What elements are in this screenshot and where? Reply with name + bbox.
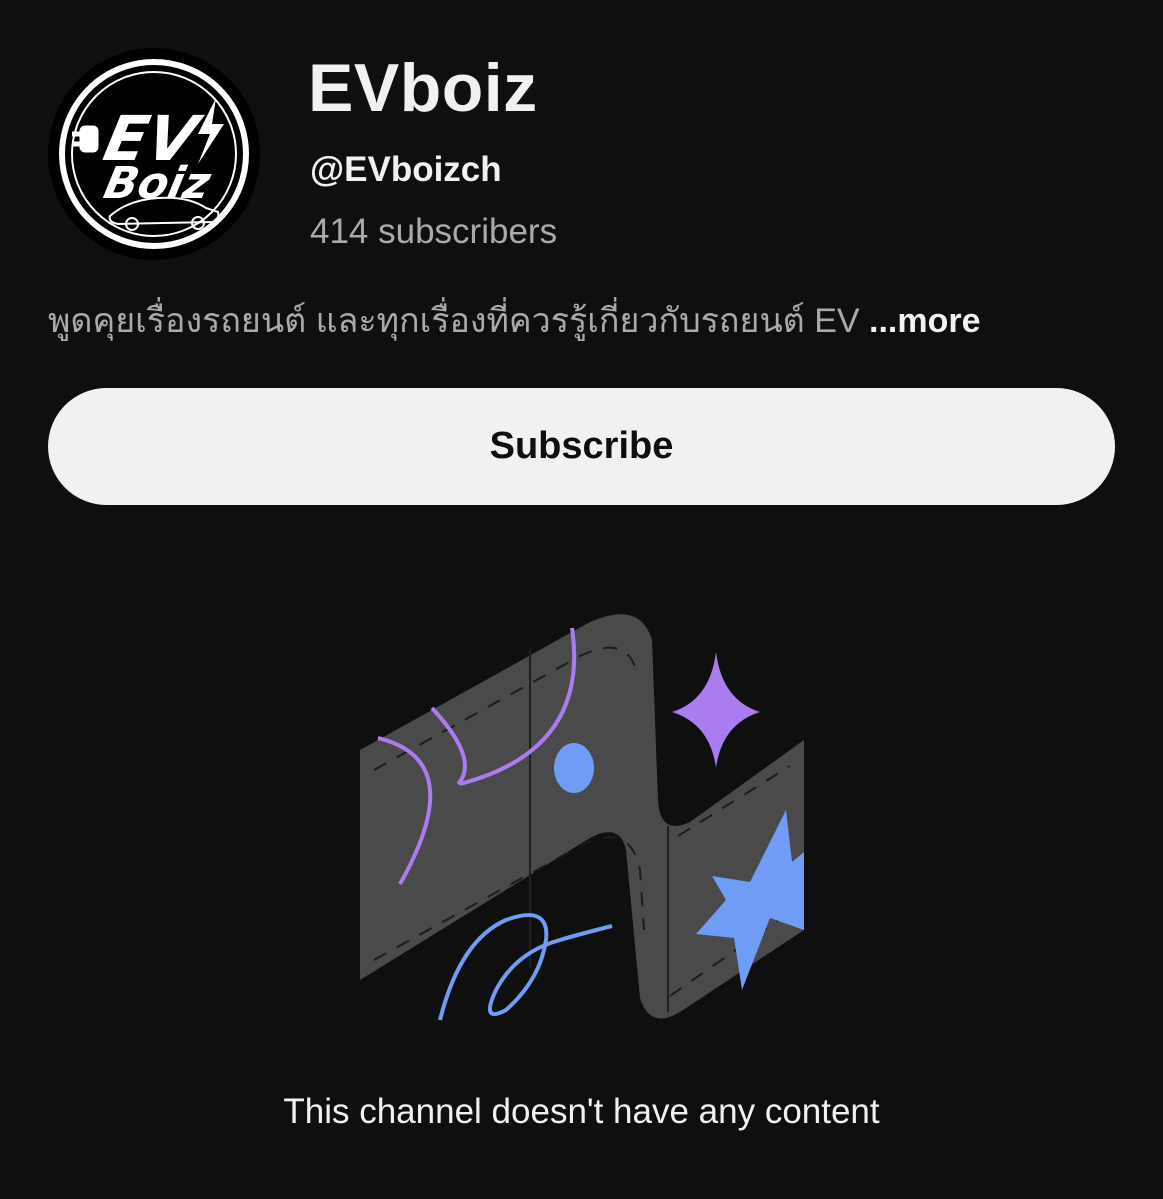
- channel-avatar[interactable]: EV Boiz: [48, 48, 260, 260]
- squiggle-icon: [438, 913, 613, 1021]
- sparkle-icon: [672, 652, 760, 768]
- description-text: พูดคุยเรื่องรถยนต์ และทุกเรื่องที่ควรรู้…: [48, 302, 860, 340]
- channel-name: EVboiz: [308, 50, 538, 126]
- blue-dot: [554, 743, 594, 793]
- empty-channel-illustration: [340, 600, 820, 1040]
- channel-description[interactable]: พูดคุยเรื่องรถยนต์ และทุกเรื่องที่ควรรู้…: [48, 298, 981, 344]
- more-link[interactable]: ...more: [869, 302, 980, 340]
- empty-state-message: This channel doesn't have any content: [283, 1092, 880, 1131]
- channel-handle: @EVboizch: [310, 150, 502, 189]
- evboiz-logo: EV Boiz: [48, 48, 260, 260]
- subscriber-count: 414 subscribers: [310, 212, 558, 251]
- subscribe-button[interactable]: Subscribe: [48, 388, 1115, 505]
- logo-text-boiz: Boiz: [100, 158, 216, 208]
